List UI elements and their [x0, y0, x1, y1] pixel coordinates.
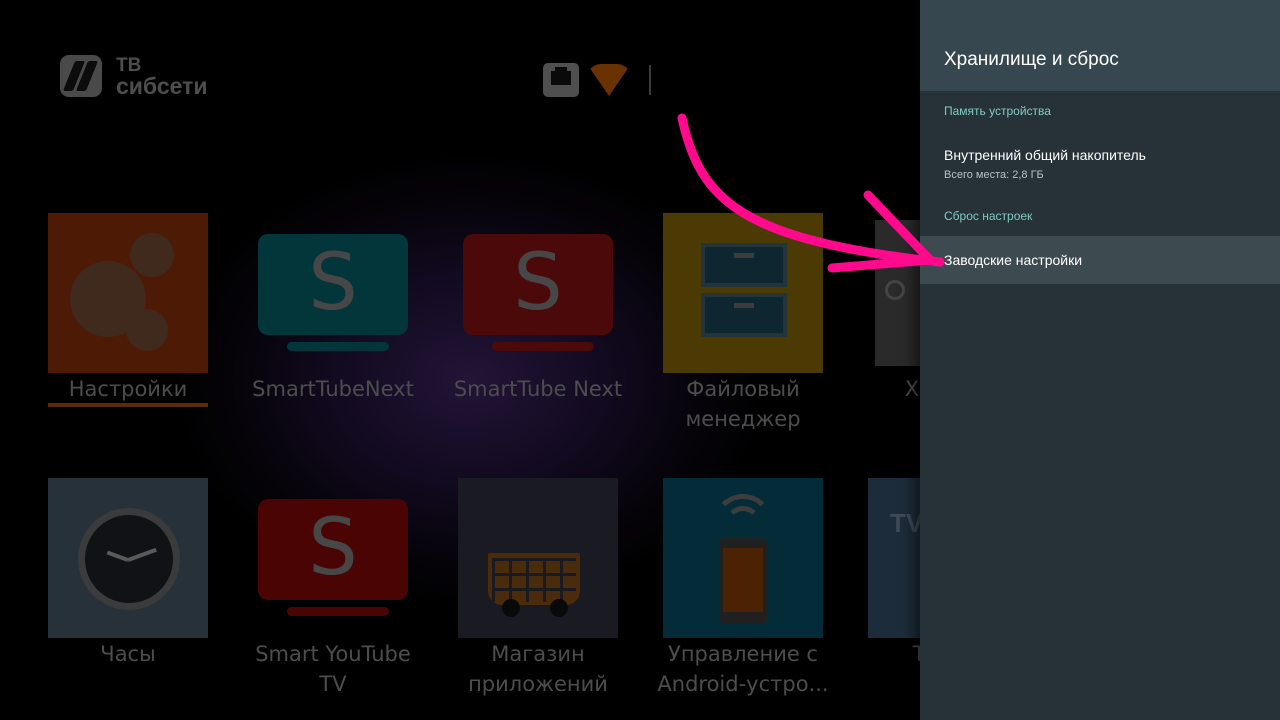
app-tile-smarttube-next[interactable]: S	[458, 213, 618, 373]
app-tile-smarttubenext[interactable]: S	[253, 213, 413, 373]
app-label-smarttubenext: SmartTubeNext	[252, 377, 414, 401]
focus-indicator	[48, 403, 208, 407]
app-label-app-store: Магазин приложений	[468, 642, 608, 696]
provider-logo: ТВ сибсети	[60, 55, 208, 99]
app-label-android-remote: Управление с Android-устро...	[657, 642, 829, 696]
app-tile-clock[interactable]	[48, 478, 208, 638]
app-tile-app-store[interactable]	[458, 478, 618, 638]
gear-small-icon	[126, 309, 168, 351]
section-header-device-memory: Память устройства	[944, 104, 1051, 118]
app-label-settings: Настройки	[68, 377, 188, 401]
wifi-icon	[587, 64, 631, 96]
settings-panel: Хранилище и сброс Память устройства Внут…	[920, 0, 1280, 720]
partial-tv-icon: TV	[890, 508, 920, 538]
app-tile-smart-youtube-tv[interactable]: S	[253, 478, 413, 638]
panel-title: Хранилище и сброс	[944, 49, 1119, 70]
section-header-reset: Сброс настроек	[944, 209, 1033, 223]
app-tile-settings[interactable]	[48, 213, 208, 373]
factory-reset-item[interactable]: Заводские настройки	[920, 236, 1280, 284]
logo-mark-icon	[60, 55, 102, 97]
app-tile-android-remote[interactable]	[663, 478, 823, 638]
app-label-clock: Часы	[100, 642, 156, 666]
gear-small-icon	[130, 233, 174, 277]
panel-header: Хранилище и сброс	[920, 0, 1280, 91]
app-tile-file-manager[interactable]	[663, 213, 823, 373]
logo-text-line2: сибсети	[116, 73, 208, 99]
app-label-smart-youtube-tv: Smart YouTube TV	[255, 642, 411, 696]
ethernet-icon	[543, 63, 579, 97]
app-label-smarttube-next: SmartTube Next	[453, 377, 623, 401]
internal-storage-title: Внутренний общий накопитель	[944, 147, 1146, 163]
partial-app-icon	[885, 280, 905, 300]
status-divider	[649, 65, 651, 95]
app-tile-partial-tv[interactable]: TV	[868, 478, 920, 638]
internal-storage-summary: Всего места: 2,8 ГБ	[944, 169, 1044, 181]
status-bar	[543, 63, 651, 97]
internal-storage-item[interactable]: Внутренний общий накопитель Всего места:…	[920, 136, 1280, 192]
file-cabinet-icon	[701, 243, 787, 287]
factory-reset-title: Заводские настройки	[944, 252, 1083, 268]
app-tile-partial[interactable]	[875, 220, 920, 366]
